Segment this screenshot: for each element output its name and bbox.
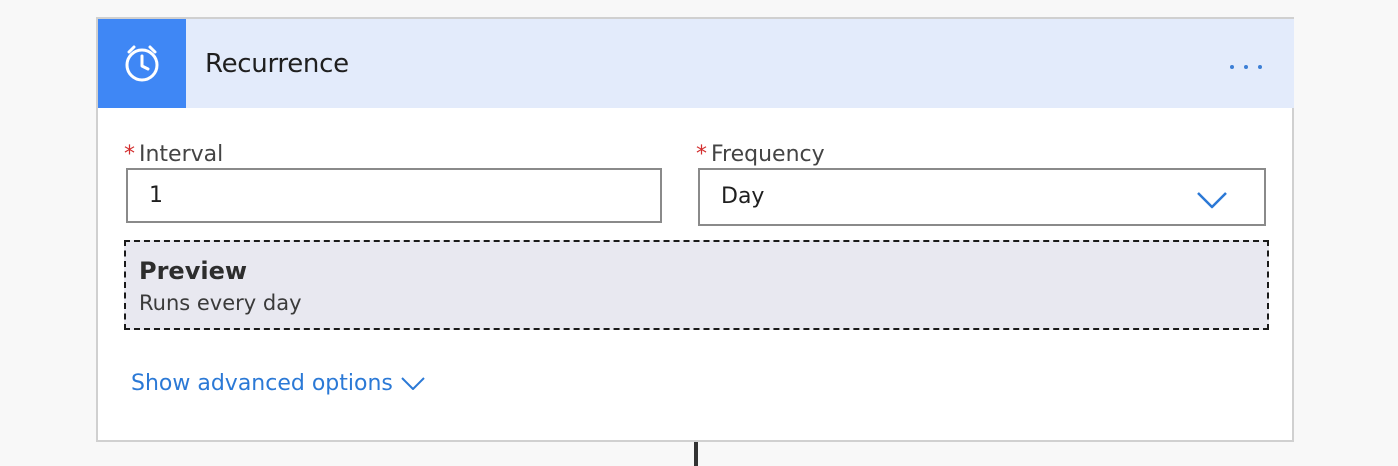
card-header[interactable]: Recurrence bbox=[98, 19, 1294, 108]
more-dots-icon bbox=[1230, 65, 1234, 69]
trigger-icon-box bbox=[98, 19, 186, 108]
required-marker: * bbox=[696, 142, 707, 167]
interval-value: 1 bbox=[149, 183, 163, 208]
interval-label: * Interval bbox=[124, 141, 223, 169]
frequency-label: * Frequency bbox=[696, 141, 825, 169]
required-marker: * bbox=[124, 142, 135, 167]
frequency-value: Day bbox=[721, 184, 765, 209]
chevron-down-icon bbox=[401, 377, 425, 390]
more-options-button[interactable] bbox=[1220, 49, 1272, 81]
interval-label-text: Interval bbox=[139, 142, 224, 167]
advanced-options-label: Show advanced options bbox=[131, 371, 393, 396]
alarm-clock-icon bbox=[125, 45, 159, 82]
recurrence-card: Recurrence * Interval 1 * Frequency Day Pr… bbox=[96, 17, 1294, 442]
chevron-down-icon bbox=[1197, 192, 1227, 209]
frequency-select[interactable]: Day bbox=[698, 168, 1266, 226]
preview-text: Runs every day bbox=[139, 291, 302, 315]
more-dots-icon bbox=[1258, 65, 1262, 69]
interval-input[interactable]: 1 bbox=[126, 168, 662, 223]
more-dots-icon bbox=[1244, 65, 1248, 69]
preview-box: Preview Runs every day bbox=[124, 240, 1269, 330]
show-advanced-options-link[interactable]: Show advanced options bbox=[131, 369, 425, 399]
card-title: Recurrence bbox=[205, 49, 349, 79]
preview-title: Preview bbox=[139, 257, 248, 285]
flow-connector-line bbox=[694, 442, 698, 466]
frequency-label-text: Frequency bbox=[711, 142, 825, 167]
